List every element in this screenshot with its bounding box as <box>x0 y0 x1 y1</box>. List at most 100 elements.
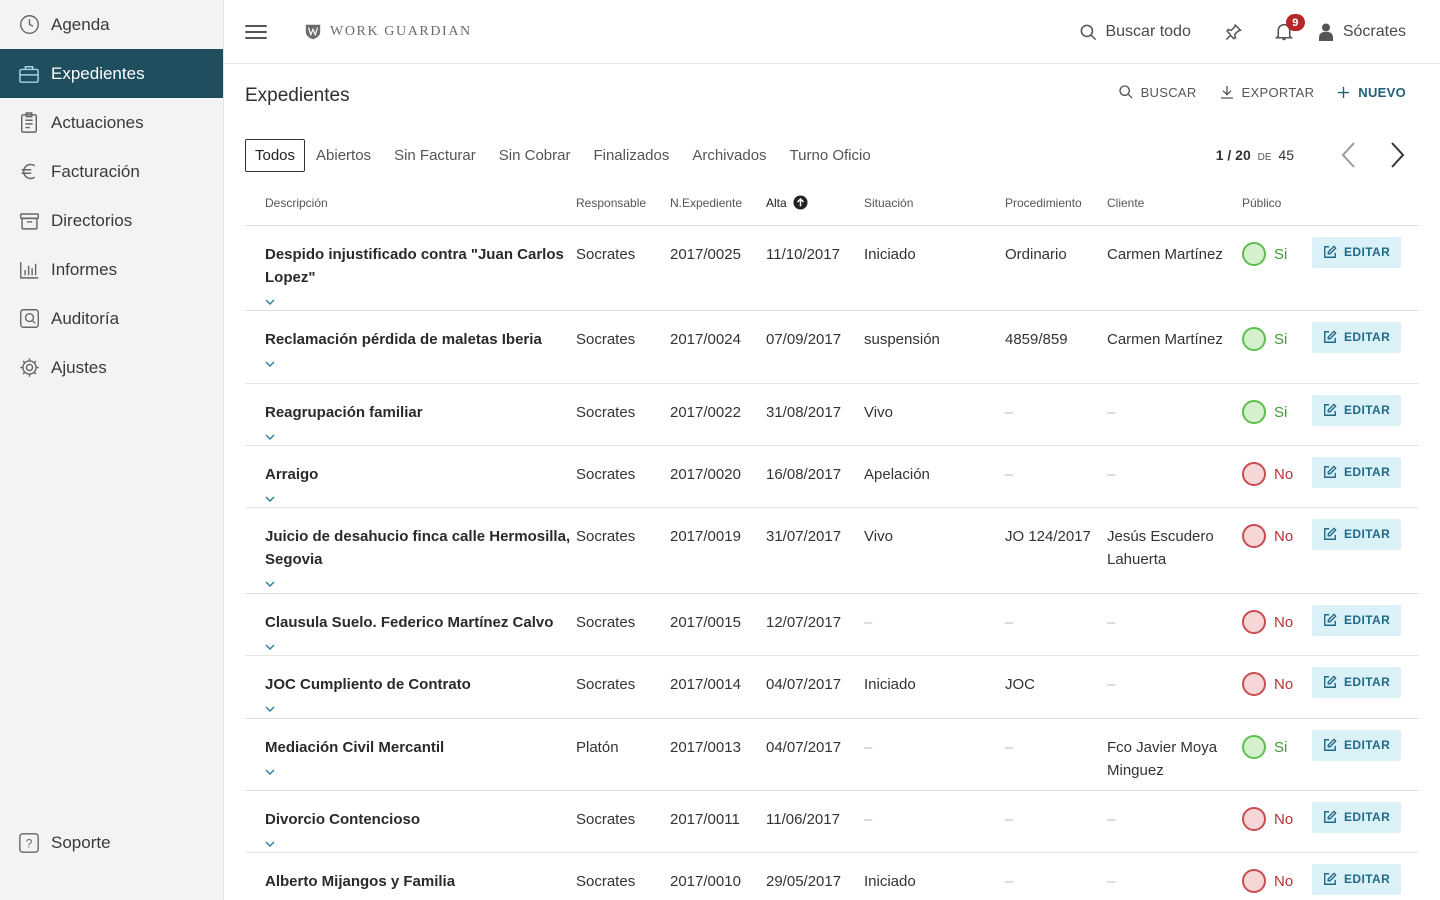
column-header[interactable]: Cliente <box>1107 196 1242 210</box>
edit-button[interactable]: EDITAR <box>1312 666 1402 698</box>
cell-responsable: Socrates <box>576 528 636 545</box>
edit-button-label: EDITAR <box>1344 402 1391 417</box>
cell-cliente: – <box>1107 873 1116 890</box>
cell-description: Juicio de desahucio finca calle Hermosil… <box>245 508 576 593</box>
tab-todos[interactable]: Todos <box>245 139 306 172</box>
edit-button[interactable]: EDITAR <box>1312 321 1402 353</box>
table-row[interactable]: Juicio de desahucio finca calle Hermosil… <box>245 508 1419 594</box>
column-header[interactable]: Descripción <box>245 196 576 210</box>
tab-turno-oficio[interactable]: Turno Oficio <box>790 140 871 171</box>
table-row[interactable]: Clausula Suelo. Federico Martínez Calvo S… <box>245 594 1419 656</box>
chevron-down-icon[interactable] <box>265 572 576 588</box>
chevron-down-icon[interactable] <box>265 832 576 848</box>
table-row[interactable]: Reclamación pérdida de maletas Iberia Soc… <box>245 311 1419 384</box>
edit-button[interactable]: EDITAR <box>1312 394 1402 426</box>
global-search[interactable]: Buscar todo <box>1079 23 1191 42</box>
edit-button[interactable]: EDITAR <box>1312 729 1402 761</box>
cell-edit: EDITAR <box>1312 656 1419 718</box>
table-row[interactable]: Arraigo Socrates 2017/0020 16/08/2017 Apelac… <box>245 446 1419 508</box>
search-button[interactable]: BUSCAR <box>1118 84 1197 100</box>
chevron-down-icon[interactable] <box>265 352 576 368</box>
page-actions: BUSCAR EXPORTAR NUEVO <box>1096 84 1406 100</box>
tab-sin-cobrar[interactable]: Sin Cobrar <box>499 140 571 171</box>
edit-icon <box>1324 810 1337 823</box>
edit-button[interactable]: EDITAR <box>1312 604 1402 636</box>
gear-icon <box>18 357 40 379</box>
audit-icon <box>18 308 40 330</box>
tab-sin-facturar[interactable]: Sin Facturar <box>394 140 476 171</box>
sidebar-item-actuaciones[interactable]: Actuaciones <box>0 98 223 147</box>
table-row[interactable]: JOC Cumpliento de Contrato Socrates 2017/0… <box>245 656 1419 719</box>
description-text: Alberto Mijangos y Familia <box>265 873 456 890</box>
menu-toggle-icon[interactable] <box>245 21 267 43</box>
support-link[interactable]: ? Soporte <box>0 818 224 867</box>
table-row[interactable]: Despido injustificado contra "Juan Carlo… <box>245 226 1419 311</box>
column-header[interactable]: Situación <box>864 196 1005 210</box>
cell-description: Despido injustificado contra "Juan Carlo… <box>245 226 576 310</box>
cell-description: Reagrupación familiar <box>245 384 576 445</box>
public-status-badge: Si <box>1242 735 1312 759</box>
tab-finalizados[interactable]: Finalizados <box>593 140 669 171</box>
table-row[interactable]: Reagrupación familiar Socrates 2017/0022 31… <box>245 384 1419 446</box>
chevron-down-icon[interactable] <box>265 894 576 900</box>
cell-publico: Si <box>1242 311 1312 383</box>
column-header[interactable]: N.Expediente <box>670 196 766 210</box>
cell-cliente: Jesús Escudero Lahuerta <box>1107 528 1214 568</box>
cell-description: Clausula Suelo. Federico Martínez Calvo <box>245 594 576 655</box>
sidebar-item-informes[interactable]: Informes <box>0 245 223 294</box>
edit-button[interactable]: EDITAR <box>1312 518 1402 550</box>
notifications-button[interactable]: 9 <box>1274 14 1305 42</box>
chevron-down-icon[interactable] <box>265 697 576 713</box>
sidebar-item-auditoria[interactable]: Auditoría <box>0 294 223 343</box>
sidebar-item-facturacion[interactable]: Facturación <box>0 147 223 196</box>
edit-button[interactable]: EDITAR <box>1312 801 1402 833</box>
sidebar-item-agenda[interactable]: Agenda <box>0 0 223 49</box>
column-header-sorted[interactable]: Alta <box>766 195 864 210</box>
prev-page-icon[interactable] <box>1340 141 1356 169</box>
cell-procedimiento: – <box>1005 466 1014 483</box>
pin-icon[interactable] <box>1223 22 1243 42</box>
edit-button[interactable]: EDITAR <box>1312 456 1402 488</box>
cell-edit: EDITAR <box>1312 719 1419 790</box>
export-button[interactable]: EXPORTAR <box>1219 84 1315 100</box>
brand-name: WORK GUARDIAN <box>330 23 472 39</box>
page-total: 45 <box>1278 147 1294 163</box>
cell-procedimiento: – <box>1005 873 1014 890</box>
edit-button[interactable]: EDITAR <box>1312 863 1402 895</box>
next-page-icon[interactable] <box>1390 141 1406 169</box>
table-row[interactable]: Alberto Mijangos y Familia Socrates 2017/0… <box>245 853 1419 900</box>
sidebar-item-expedientes[interactable]: Expedientes <box>0 49 223 98</box>
chevron-down-icon[interactable] <box>265 760 576 776</box>
column-header[interactable]: Público <box>1242 196 1312 210</box>
chevron-down-icon[interactable] <box>265 635 576 651</box>
chevron-down-icon[interactable] <box>265 425 576 441</box>
sidebar-item-ajustes[interactable]: Ajustes <box>0 343 223 392</box>
search-icon <box>1118 85 1133 99</box>
cell-edit: EDITAR <box>1312 508 1419 593</box>
tab-abiertos[interactable]: Abiertos <box>316 140 371 171</box>
column-header[interactable]: Procedimiento <box>1005 196 1107 210</box>
user-menu[interactable]: Sócrates <box>1318 23 1406 41</box>
column-header[interactable]: Responsable <box>576 196 670 210</box>
edit-icon <box>1324 465 1337 478</box>
edit-button-label: EDITAR <box>1344 526 1391 541</box>
cell-situacion: Iniciado <box>864 873 916 890</box>
cell-procedimiento: – <box>1005 614 1014 631</box>
chevron-down-icon[interactable] <box>265 487 576 503</box>
public-status-label: Si <box>1274 331 1288 348</box>
public-status-badge: Si <box>1242 242 1312 266</box>
table-row[interactable]: Mediación Civil Mercantil Platón 2017/0013… <box>245 719 1419 791</box>
new-button[interactable]: NUEVO <box>1336 85 1406 100</box>
sidebar-item-label: Ajustes <box>51 357 107 377</box>
tab-archivados[interactable]: Archivados <box>692 140 766 171</box>
cell-procedimiento: 4859/859 <box>1005 331 1068 348</box>
sidebar-item-directorios[interactable]: Directorios <box>0 196 223 245</box>
cell-alta: 04/07/2017 <box>766 676 842 693</box>
cell-edit: EDITAR <box>1312 226 1419 310</box>
chevron-down-icon[interactable] <box>265 290 576 306</box>
export-button-label: EXPORTAR <box>1241 84 1315 100</box>
table-row[interactable]: Divorcio Contencioso Socrates 2017/0011 11/… <box>245 791 1419 853</box>
edit-button[interactable]: EDITAR <box>1312 236 1402 268</box>
public-status-badge: No <box>1242 610 1312 634</box>
cell-expediente: 2017/0013 <box>670 739 741 756</box>
